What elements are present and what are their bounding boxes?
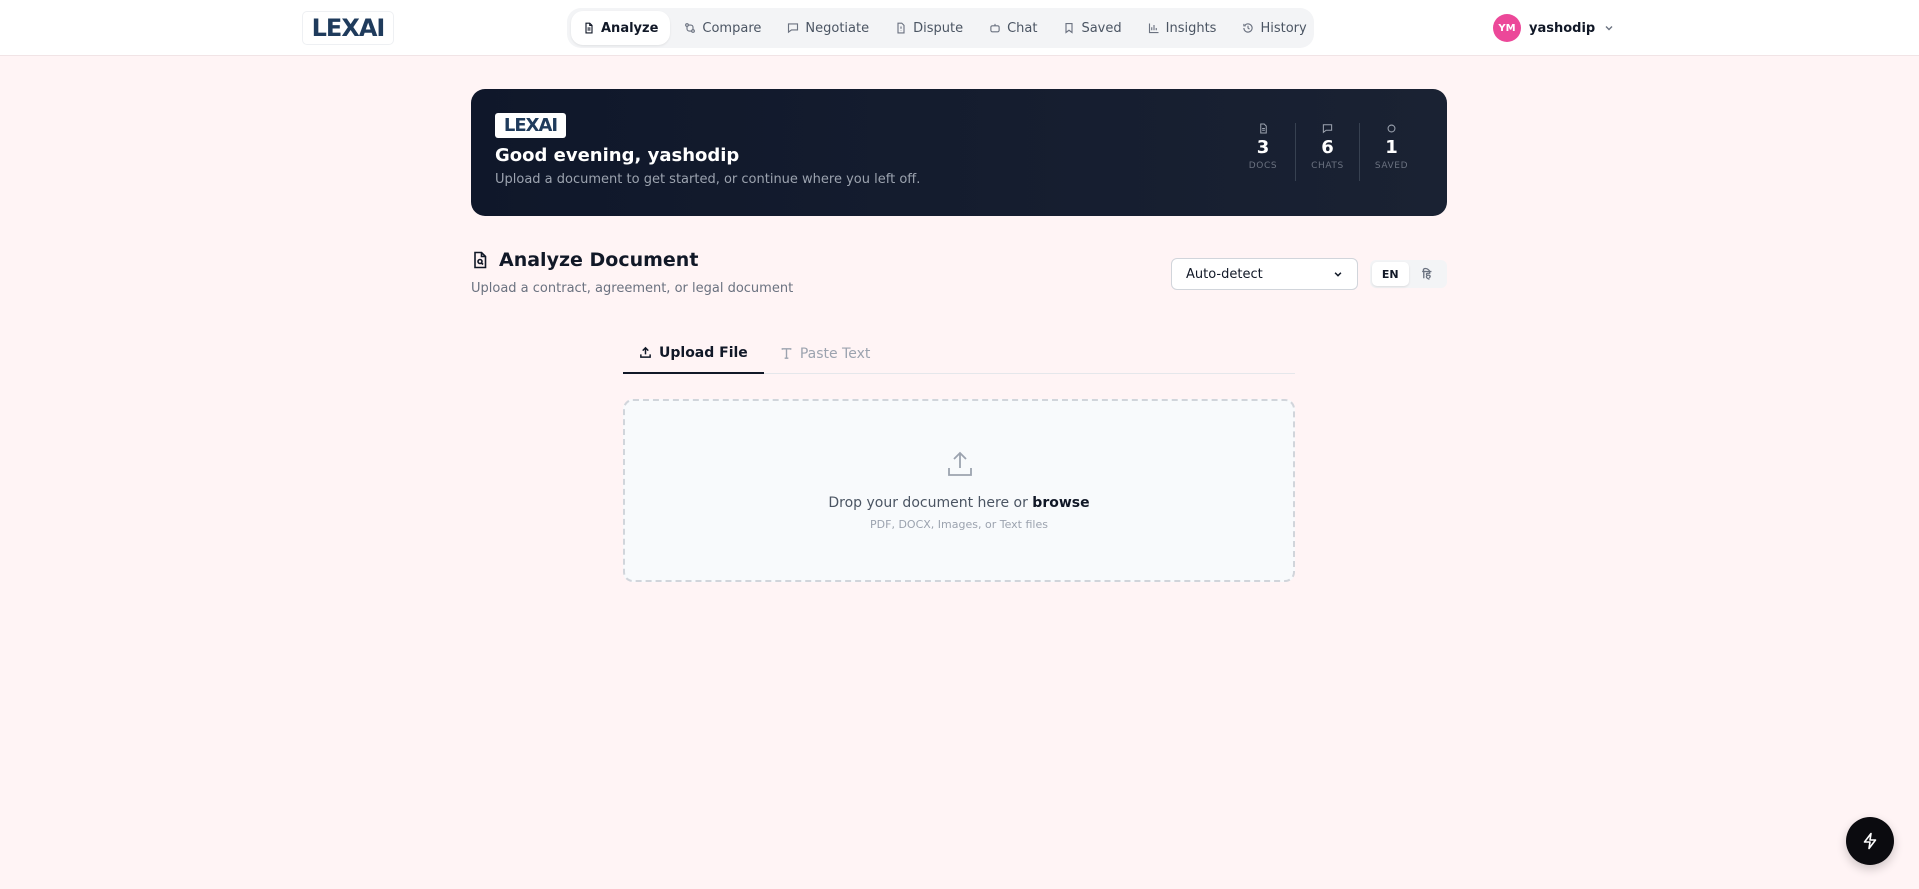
circle-icon [1387,124,1396,133]
user-menu[interactable]: YM yashodip [1493,14,1615,42]
page-subtitle: Upload a contract, agreement, or legal d… [471,281,794,296]
nav-item-analyze[interactable]: Analyze [571,11,671,45]
bookmark-icon [1065,22,1074,34]
document-icon [1259,123,1267,134]
chevron-down-icon [1334,272,1342,277]
dropzone-text: Drop your document here or [828,495,1028,511]
file-dropzone[interactable]: Drop your document here or browse PDF, D… [623,399,1295,582]
brand-logo-text: LEXAI [311,14,386,42]
banner-logo-text: LEXAI [503,115,558,136]
quick-action-button[interactable] [1846,817,1894,865]
nav-item-label: Dispute [913,20,964,36]
nav-item-dispute[interactable]: Dispute [883,11,975,45]
page-title-text: Analyze Document [499,249,699,271]
nav-item-history[interactable]: History [1230,11,1318,45]
stat-label: SAVED [1374,161,1409,171]
greeting-subtitle: Upload a document to get started, or con… [495,172,921,187]
dropzone-text-row: Drop your document here or browse [625,495,1293,511]
lightning-icon [1863,832,1877,850]
stats-group: 3 DOCS 6 CHATS 1 SAVED [1231,123,1423,181]
brand-logo[interactable]: LEXAI [303,12,393,44]
upload-icon [640,346,651,358]
chat-icon [1322,124,1333,134]
document-icon [585,22,593,34]
compare-icon [685,23,696,33]
stat-value: 3 [1256,137,1270,158]
history-icon [1243,23,1254,33]
stat-value: 6 [1321,137,1334,158]
stat-docs: 3 DOCS [1231,123,1295,181]
stat-saved: 1 SAVED [1359,123,1423,181]
tab-upload-file[interactable]: Upload File [623,333,764,374]
stat-chats: 6 CHATS [1295,123,1359,181]
nav-item-label: Compare [702,20,762,36]
language-select[interactable]: Auto-detect [1171,258,1358,290]
bot-icon [990,23,1000,33]
lang-hi-button[interactable]: हि [1409,262,1446,286]
main-nav: Analyze Compare Negotiate Dispute Chat S… [567,8,1314,48]
dropzone-hint: PDF, DOCX, Images, or Text files [870,518,1048,531]
text-icon [781,348,792,359]
tab-paste-text[interactable]: Paste Text [764,333,887,374]
nav-item-insights[interactable]: Insights [1136,11,1229,45]
banner-logo: LEXAI [495,113,566,138]
nav-item-chat[interactable]: Chat [977,11,1049,45]
avatar: YM [1493,14,1521,42]
greeting-heading: Good evening, yashodip [495,145,740,166]
nav-item-label: Analyze [601,20,659,36]
tab-label: Upload File [659,344,748,361]
username: yashodip [1529,20,1596,36]
lang-en-button[interactable]: EN [1372,262,1409,286]
top-navbar: LEXAI Analyze Compare Negotiate Dispute … [0,0,1919,56]
nav-item-label: Saved [1081,20,1122,36]
chevron-down-icon [1603,19,1615,38]
stat-value: 1 [1385,137,1398,158]
stat-label: CHATS [1311,161,1344,171]
document-search-icon [474,251,487,269]
nav-item-label: Negotiate [805,20,870,36]
nav-item-label: History [1260,20,1307,36]
tab-label: Paste Text [799,345,871,362]
nav-item-compare[interactable]: Compare [672,11,773,45]
welcome-banner: LEXAI Good evening, yashodip Upload a do… [471,89,1447,216]
upload-icon [948,451,972,476]
page-title: Analyze Document [471,249,698,271]
stat-label: DOCS [1248,161,1278,171]
ui-language-toggle: EN हि [1370,260,1447,288]
nav-item-negotiate[interactable]: Negotiate [775,11,881,45]
message-icon [788,23,799,34]
nav-item-label: Insights [1165,20,1217,36]
nav-item-saved[interactable]: Saved [1051,11,1133,45]
browse-link[interactable]: browse [1032,495,1089,511]
nav-item-label: Chat [1007,20,1038,36]
input-tabs: Upload File Paste Text [623,333,1295,374]
bar-chart-icon [1148,23,1159,34]
language-select-value: Auto-detect [1186,266,1263,282]
alert-document-icon [897,22,905,34]
